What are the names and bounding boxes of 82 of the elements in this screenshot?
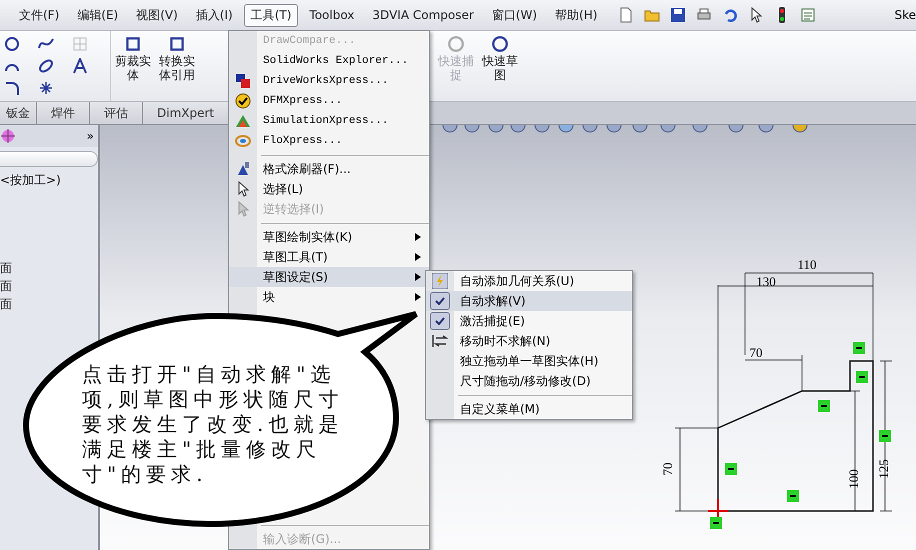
crosshair-tab-icon[interactable] [0,128,16,144]
text-tool-icon[interactable] [72,58,88,74]
swap-arrows-icon[interactable] [432,333,448,349]
menu-item[interactable]: SolidWorks Explorer... [229,51,429,71]
menu-item[interactable]: 帮助(H) [548,4,604,26]
title-text: Ske [894,8,916,22]
menu-item[interactable]: FloXpress... [229,131,429,151]
tool-icon[interactable] [124,35,142,53]
menu-item[interactable]: DriveWorksXpress... [229,71,429,91]
options-list-icon[interactable] [800,7,816,23]
menu-item[interactable]: 草图设定(S) [229,267,429,287]
menu-item[interactable]: 草图绘制实体(K) [229,227,429,247]
toolbar-button[interactable]: 剪裁实体 [113,31,153,101]
menu-item[interactable]: DFMXpress... [229,91,429,111]
lightning-icon[interactable] [432,273,448,289]
tool-icon[interactable] [168,35,186,53]
ellipse-tool-icon[interactable] [38,58,54,74]
tree-item[interactable]: 面 [0,259,98,277]
menu-item[interactable]: 激活捕捉(E) [426,311,632,331]
dimension-label: 130 [756,274,776,289]
command-tab[interactable]: DimXpert [143,102,230,124]
menu-item[interactable]: 块 [229,287,429,307]
tree-item[interactable]: 面 [0,295,98,313]
new-document-icon[interactable] [618,7,634,23]
dimension-label: 70 [660,462,675,476]
menu-item[interactable]: 编辑(E) [70,4,126,26]
constraint-icon[interactable] [853,342,865,354]
menu-item[interactable]: 格式涂刷器(F)... [229,159,429,179]
save-icon[interactable] [670,7,686,23]
constraint-icon[interactable] [725,463,737,475]
circle-tool-icon[interactable] [4,36,20,52]
tree-item[interactable]: 面 [0,277,98,295]
checkmark-icon [435,317,445,325]
checkbox-checked[interactable] [430,312,450,330]
constraint-icon[interactable] [856,371,868,383]
command-tab[interactable]: 评估 [90,102,143,124]
expand-button[interactable]: » [86,129,94,143]
checkmark-icon [435,297,445,305]
checkbox-checked[interactable] [430,292,450,310]
format-brush-icon[interactable] [235,161,251,177]
fillet-tool-icon[interactable] [4,80,20,96]
menu-item[interactable]: 尺寸随拖动/移动修改(D) [426,371,632,391]
callout-text: 点击打开"自动求解"选项,则草图中形状随尺寸要求发生了改变.也就是满足楼主"批量修改尺寸"的要求. [82,362,344,487]
menu-item[interactable]: 移动时不求解(N) [426,331,632,351]
toolbar-button[interactable]: 快速草图 [480,31,520,101]
submenu-arrow-icon [415,233,421,241]
menu-item[interactable]: 3DVIA Composer [365,5,481,25]
tool-icon[interactable] [491,35,509,53]
menu-item[interactable]: 窗口(W) [484,4,544,26]
submenu-arrow-icon [415,273,421,281]
menu-item[interactable]: 自定义菜单(M) [426,399,632,419]
menu-item[interactable]: 自动求解(V) [426,291,632,311]
menu-item[interactable]: 选择(L) [229,179,429,199]
menu-item[interactable]: 工具(T) [244,4,298,26]
constraint-icon[interactable] [879,430,891,442]
menu-item[interactable]: 草图工具(T) [229,247,429,267]
submenu-arrow-icon [415,293,421,301]
dimension-label: 70 [750,345,762,360]
stacked-squares-icon[interactable] [235,73,251,89]
command-tab[interactable]: 钣金 [0,102,37,124]
check-circle-icon[interactable] [235,93,251,109]
dimension-label: 125 [876,459,891,479]
toolbar-button[interactable]: 转换实体引用 [157,31,197,101]
submenu-arrow-icon [415,253,421,261]
constraint-icon[interactable] [818,400,830,412]
dimension-label: 100 [846,469,861,489]
menu-item[interactable]: Toolbox [302,5,362,25]
undo-icon[interactable] [722,7,738,23]
dimension-label: 110 [797,257,817,272]
point-tool-icon[interactable] [38,80,54,96]
menu-item[interactable]: 独立拖动单一草图实体(H) [426,351,632,371]
menu-item[interactable]: 插入(I) [188,4,240,26]
menu-item[interactable]: SimulationXpress... [229,111,429,131]
constraint-icon[interactable] [710,517,722,529]
command-tab[interactable]: 焊件 [37,102,90,124]
menu-item[interactable]: 自动添加几何关系(U) [426,271,632,291]
constraint-icon[interactable] [787,490,799,502]
tree-filter-field[interactable] [0,151,98,167]
menu-item[interactable]: 视图(V) [129,4,185,26]
menu-item[interactable]: 文件(F) [12,4,66,26]
tree-item[interactable]: <按加工>) [0,171,98,189]
flow-rings-icon[interactable] [235,133,251,149]
